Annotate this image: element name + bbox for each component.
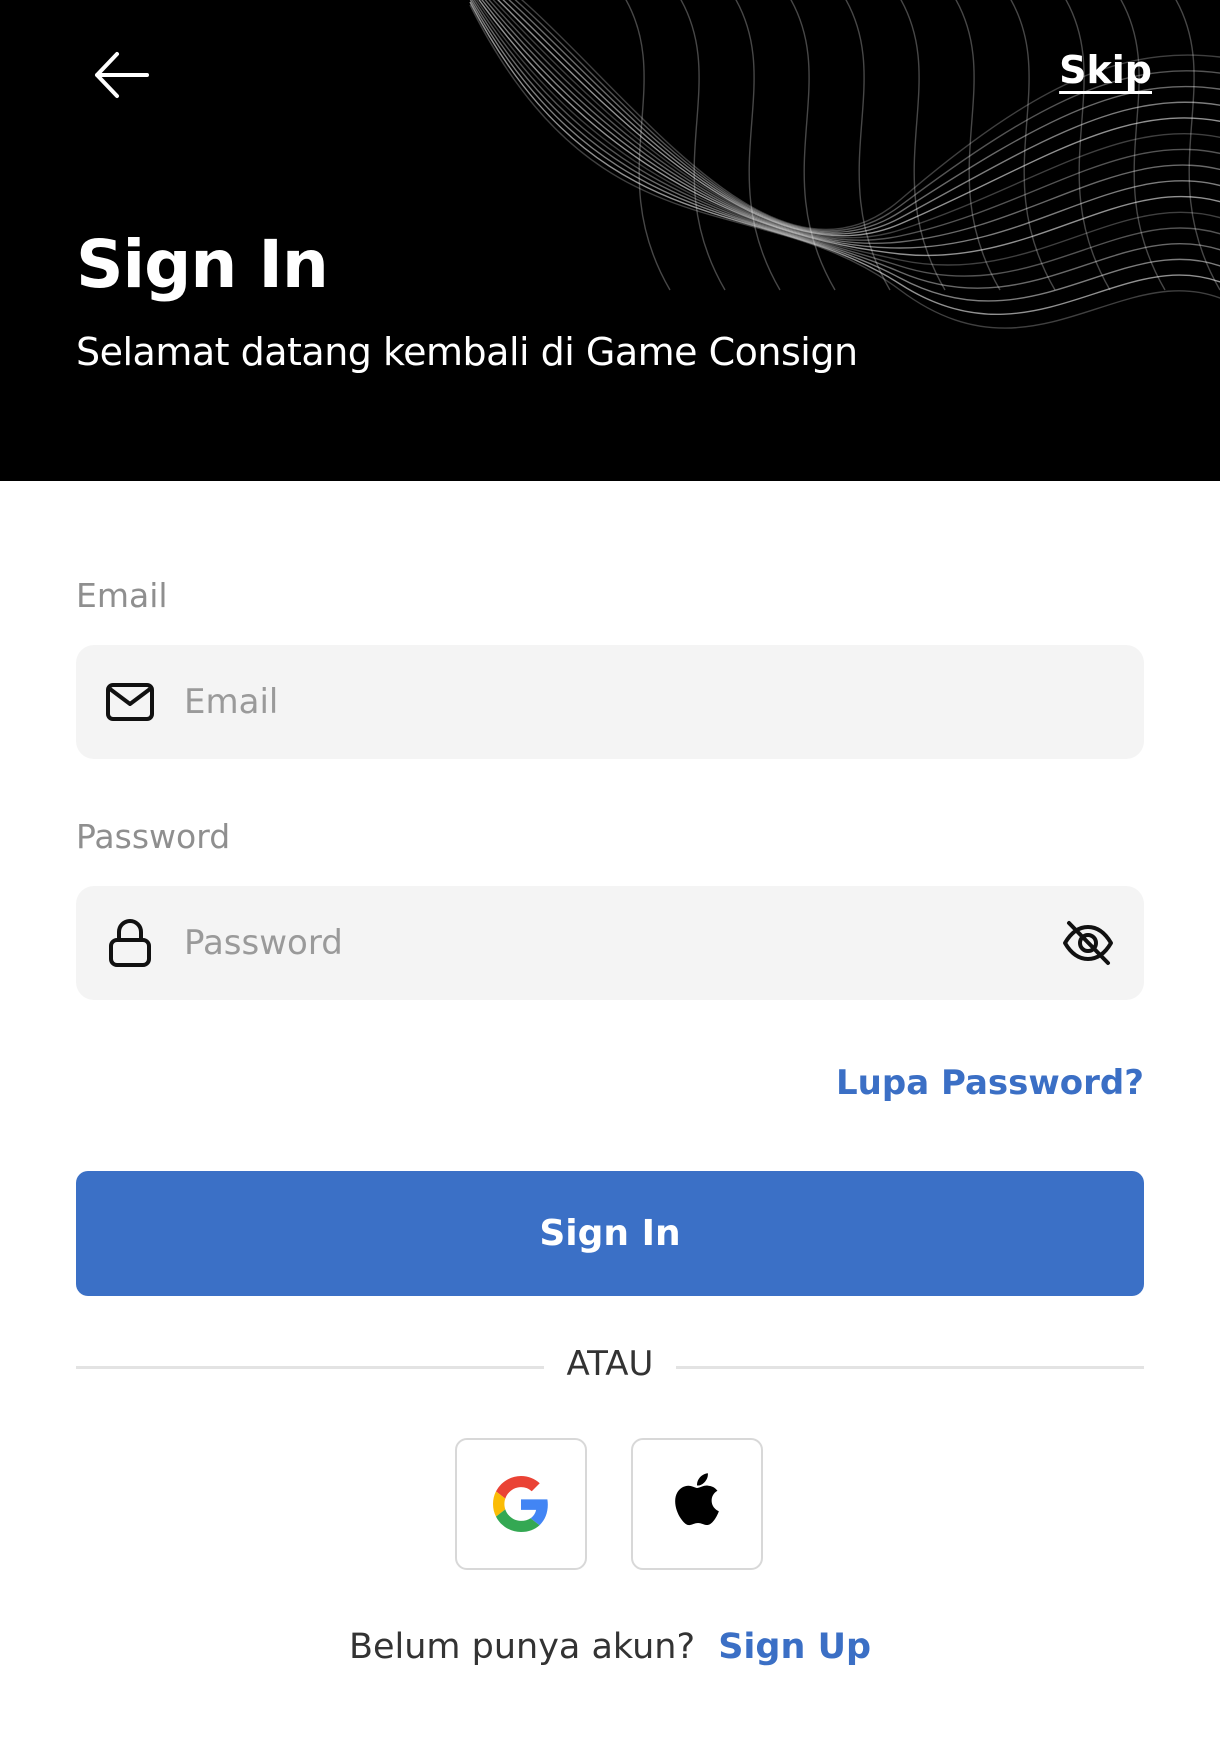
password-label: Password [76, 817, 231, 856]
google-sign-in-button[interactable] [455, 1438, 587, 1570]
page-subtitle: Selamat datang kembali di Game Consign [76, 330, 858, 374]
email-input[interactable] [182, 644, 1144, 760]
google-icon [493, 1476, 548, 1532]
password-input[interactable] [182, 885, 1058, 1001]
signup-prompt-text: Belum punya akun? [348, 1627, 696, 1667]
sign-up-link[interactable]: Sign Up [718, 1627, 871, 1667]
mail-icon [104, 676, 156, 728]
eye-off-icon [1063, 921, 1113, 965]
email-field[interactable] [76, 644, 1144, 760]
skip-link[interactable]: Skip [1059, 48, 1152, 92]
back-button[interactable] [88, 44, 154, 106]
apple-sign-in-button[interactable] [631, 1438, 763, 1570]
apple-icon [675, 1473, 719, 1526]
page-title: Sign In [76, 226, 329, 303]
password-field[interactable] [76, 885, 1144, 1001]
arrow-left-icon [95, 52, 149, 98]
email-label: Email [76, 576, 168, 615]
forgot-password-link[interactable]: Lupa Password? [836, 1063, 1144, 1103]
header: Skip Sign In Selamat datang kembali di G… [0, 0, 1220, 481]
lock-icon [104, 917, 156, 969]
sign-in-button[interactable]: Sign In [76, 1171, 1144, 1296]
toggle-password-visibility-button[interactable] [1058, 913, 1118, 973]
signup-prompt: Belum punya akun? Sign Up [0, 1627, 1220, 1667]
divider-label: ATAU [566, 1344, 654, 1384]
